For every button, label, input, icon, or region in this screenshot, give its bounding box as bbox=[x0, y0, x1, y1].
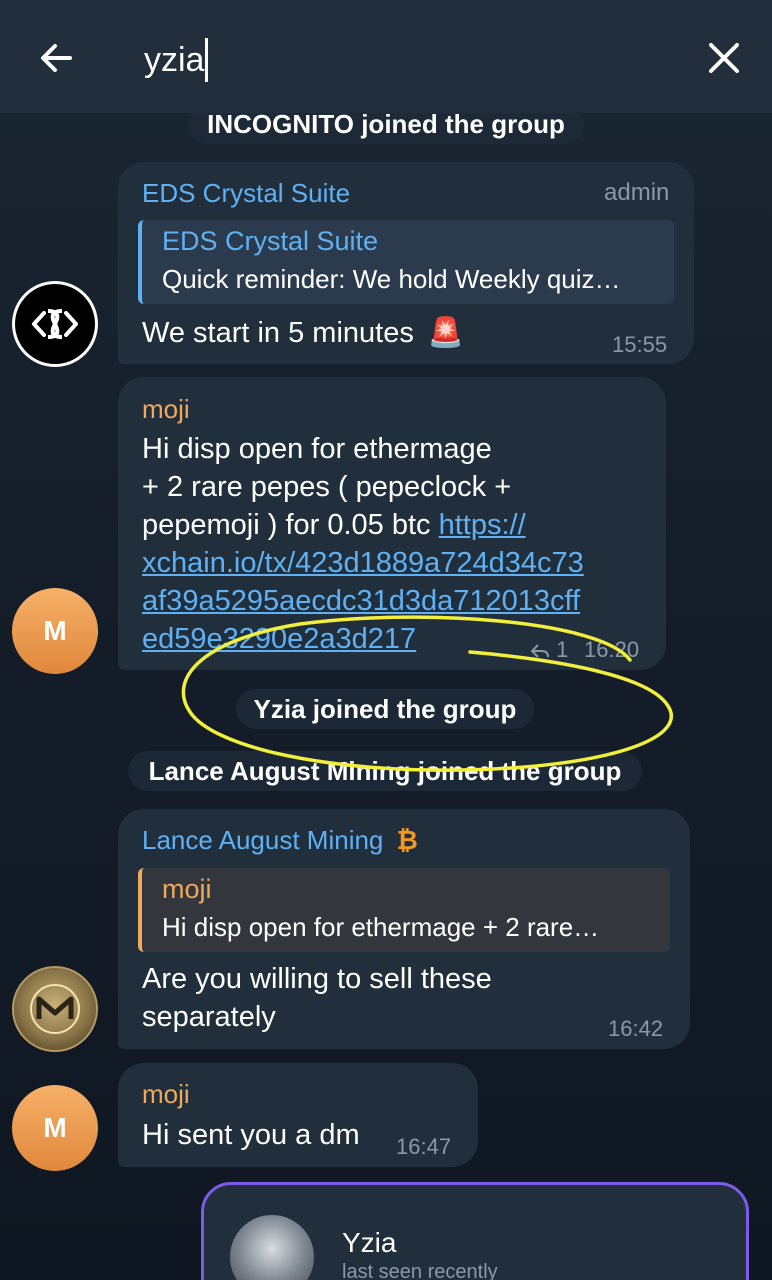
back-button[interactable] bbox=[28, 30, 84, 86]
text-caret bbox=[205, 38, 209, 82]
message-sender[interactable]: EDS Crystal Suite bbox=[142, 178, 350, 209]
search-input[interactable]: yzia bbox=[132, 36, 652, 84]
message-sender[interactable]: moji bbox=[142, 1079, 190, 1110]
bitcoin-badge-icon: ₿ bbox=[396, 825, 418, 855]
avatar-moji[interactable]: M bbox=[12, 588, 98, 674]
message-line-3: pepemoji ) for 0.05 btc https:// bbox=[142, 506, 526, 544]
message-bubble-lance[interactable]: Lance August Mining ₿ moji Hi disp open … bbox=[118, 809, 690, 1049]
message-text: We start in 5 minutes 🚨 bbox=[142, 314, 464, 352]
transaction-link-start[interactable]: https:// bbox=[439, 509, 526, 541]
message-text-body: We start in 5 minutes bbox=[142, 317, 414, 349]
transaction-link-line-1[interactable]: xchain.io/tx/423d1889a724d34c73 bbox=[142, 544, 584, 582]
clear-search-button[interactable] bbox=[696, 30, 752, 86]
search-header: yzia bbox=[0, 0, 772, 113]
preview-name: Yzia bbox=[342, 1227, 397, 1258]
avatar-eds-crystal-suite[interactable] bbox=[12, 281, 98, 367]
eds-logo-icon bbox=[15, 284, 95, 364]
reply-count[interactable]: 1 bbox=[530, 637, 568, 663]
reply-preview[interactable]: EDS Crystal Suite Quick reminder: We hol… bbox=[138, 220, 674, 304]
message-text: Hi sent you a dm bbox=[142, 1119, 360, 1151]
message-line-3-text: pepemoji ) for 0.05 btc bbox=[142, 509, 439, 541]
service-message-yzia: Yzia joined the group bbox=[236, 689, 534, 729]
service-text: Lance August Mining joined the group bbox=[148, 755, 622, 786]
avatar-yzia[interactable] bbox=[230, 1215, 314, 1280]
message-bubble-eds[interactable]: EDS Crystal Suite admin EDS Crystal Suit… bbox=[118, 162, 694, 364]
user-preview-card[interactable]: Yzia last seen recently bbox=[201, 1182, 749, 1280]
message-sender[interactable]: Lance August Mining ₿ bbox=[142, 825, 418, 856]
reply-preview[interactable]: moji Hi disp open for ethermage + 2 rare… bbox=[138, 868, 670, 952]
service-text: INCOGNITO joined the group bbox=[207, 108, 565, 139]
message-line-2: separately bbox=[142, 1001, 276, 1033]
message-time: 16:42 bbox=[608, 1016, 664, 1041]
monero-coin-icon bbox=[30, 984, 80, 1034]
message-line-2: + 2 rare pepes ( pepeclock + bbox=[142, 471, 512, 503]
avatar-moji[interactable]: M bbox=[12, 1085, 98, 1171]
service-message-lance: Lance August Mining joined the group bbox=[128, 751, 642, 791]
message-bubble-moji-dm[interactable]: moji Hi sent you a dm 16:47 bbox=[118, 1063, 478, 1167]
message-sender[interactable]: moji bbox=[142, 394, 190, 425]
sender-name: Lance August Mining bbox=[142, 825, 384, 855]
message-time: 16:47 bbox=[396, 1134, 452, 1159]
message-line-1: Are you willing to sell these bbox=[142, 963, 492, 995]
reply-text: Hi disp open for ethermage + 2 rare… bbox=[162, 912, 600, 942]
avatar-lance-august-mining[interactable] bbox=[12, 966, 98, 1052]
reply-sender: moji bbox=[162, 874, 212, 904]
avatar-letter: M bbox=[43, 1112, 67, 1143]
avatar-letter: M bbox=[43, 615, 67, 646]
reply-arrow-icon bbox=[530, 644, 549, 658]
reply-text: Quick reminder: We hold Weekly quiz… bbox=[162, 264, 621, 294]
message-line-1: Hi disp open for ethermage bbox=[142, 433, 492, 465]
message-bubble-moji-offer[interactable]: moji Hi disp open for ethermage + 2 rare… bbox=[118, 377, 666, 670]
service-text: Yzia joined the group bbox=[253, 693, 517, 724]
transaction-link-line-2[interactable]: af39a5295aecdc31d3da712013cff bbox=[142, 582, 580, 620]
siren-emoji-icon: 🚨 bbox=[427, 317, 465, 349]
reply-sender: EDS Crystal Suite bbox=[162, 226, 379, 256]
admin-badge: admin bbox=[604, 179, 670, 206]
close-icon bbox=[709, 43, 739, 73]
search-query: yzia bbox=[144, 40, 205, 79]
preview-status: last seen recently bbox=[342, 1261, 498, 1280]
arrow-left-icon bbox=[41, 44, 72, 72]
message-time: 15:55 bbox=[612, 332, 668, 357]
reply-count-value: 1 bbox=[556, 637, 569, 662]
transaction-link-line-3[interactable]: ed59e3290e2a3d217 bbox=[142, 620, 416, 658]
message-time: 16:20 bbox=[584, 637, 640, 662]
